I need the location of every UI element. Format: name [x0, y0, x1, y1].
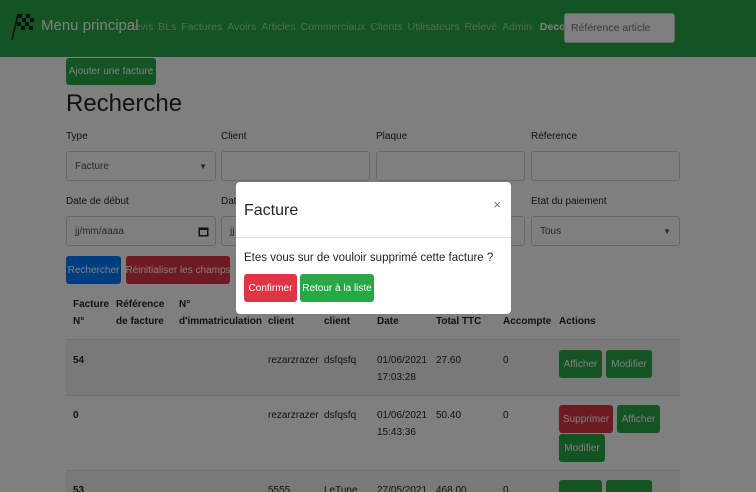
modal-backdrop-top[interactable] [0, 0, 756, 57]
modal-message: Etes vous sur de vouloir supprimé cette … [244, 252, 494, 264]
delete-confirm-modal: Facture × Etes vous sur de vouloir suppr… [236, 182, 511, 314]
close-icon[interactable]: × [493, 197, 501, 212]
back-to-list-button[interactable]: Retour à la liste [300, 274, 374, 302]
modal-divider [236, 237, 511, 238]
confirm-button[interactable]: Confirmer [244, 274, 297, 302]
modal-title: Facture [244, 202, 299, 219]
